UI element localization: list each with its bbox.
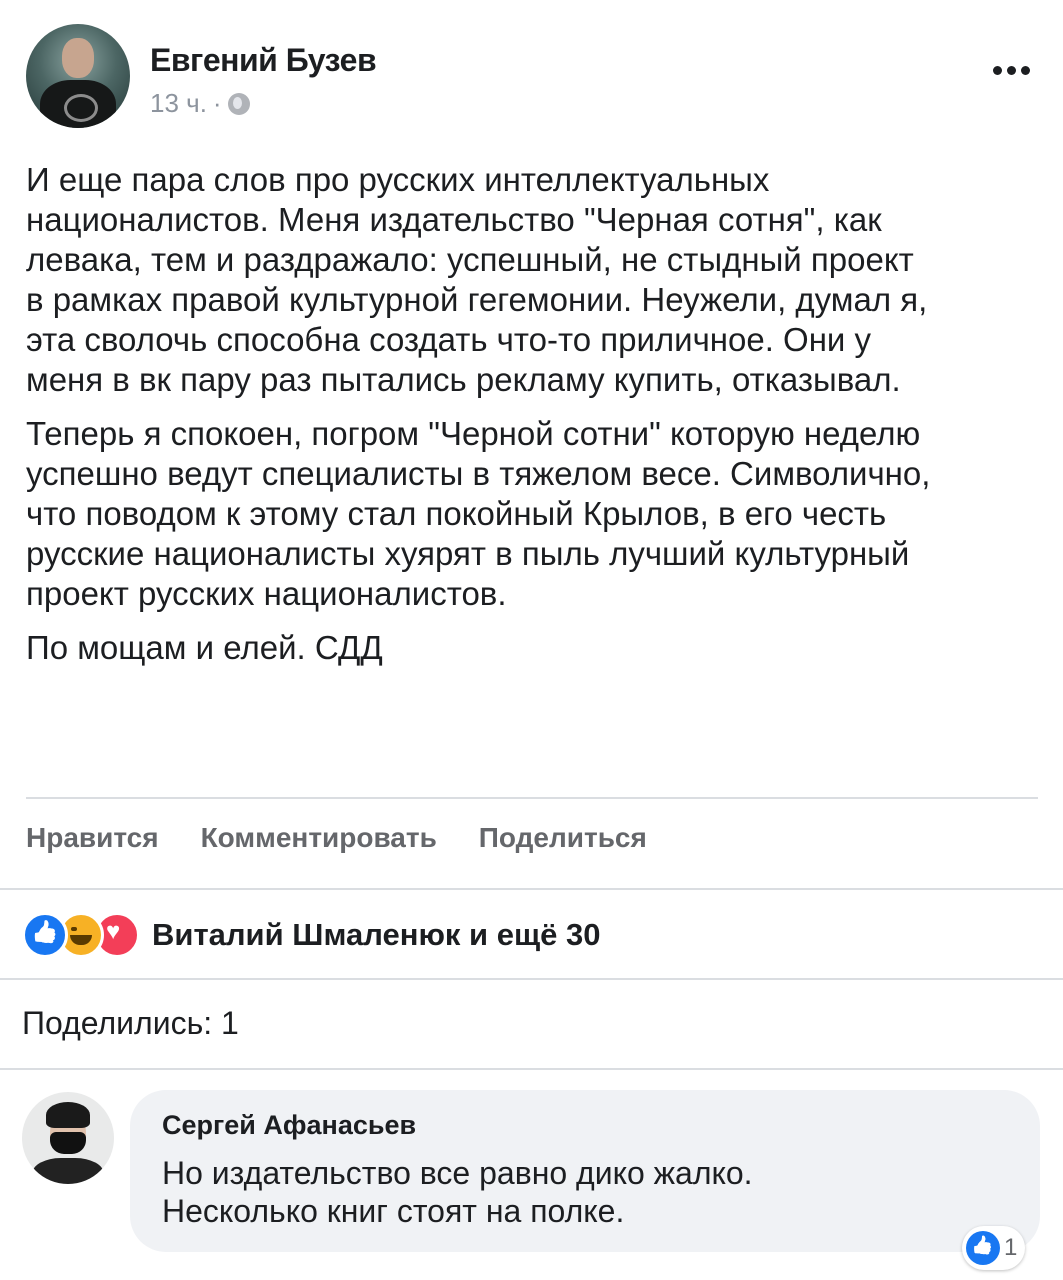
like-icon [966,1231,1000,1265]
globe-icon [227,92,250,115]
divider [0,888,1063,890]
reactions-summary[interactable]: Виталий Шмаленюк и ещё 30 [22,912,600,958]
more-options-icon[interactable] [993,66,1030,75]
comment-like-count: 1 [1004,1234,1018,1261]
comment-reactions[interactable]: 1 [962,1226,1026,1270]
post-paragraph: И еще пара слов про русских интеллектуал… [26,161,928,398]
divider [0,978,1063,980]
comment-text: Но издательство все равно дико жалко. Не… [162,1155,753,1229]
comment-author[interactable]: Сергей Афанасьев [162,1110,416,1141]
comment-bubble: Сергей Афанасьев Но издательство все рав… [130,1090,1040,1252]
post-text: И еще пара слов про русских интеллектуал… [26,160,1046,682]
author-name[interactable]: Евгений Бузев [150,42,377,79]
comment-button[interactable]: Комментировать [201,822,437,854]
post-meta: 13 ч. · [150,88,250,119]
divider [0,1068,1063,1070]
share-button[interactable]: Поделиться [479,822,647,854]
post-paragraph: Теперь я спокоен, погром "Черной сотни" … [26,415,931,612]
shares-count[interactable]: Поделились: 1 [22,1005,239,1042]
post-time[interactable]: 13 ч. [150,88,207,119]
meta-separator: · [212,88,222,118]
divider [26,797,1038,799]
author-avatar[interactable] [26,24,130,128]
post-actions: Нравится Комментировать Поделиться [26,822,647,854]
like-reaction-icon [22,912,68,958]
reactions-text: Виталий Шмаленюк и ещё 30 [152,917,601,952]
post-header: Евгений Бузев 13 ч. · [26,24,1036,134]
commenter-avatar[interactable] [22,1092,114,1184]
like-button[interactable]: Нравится [26,822,159,854]
post-paragraph: По мощам и елей. СДД [26,629,383,666]
